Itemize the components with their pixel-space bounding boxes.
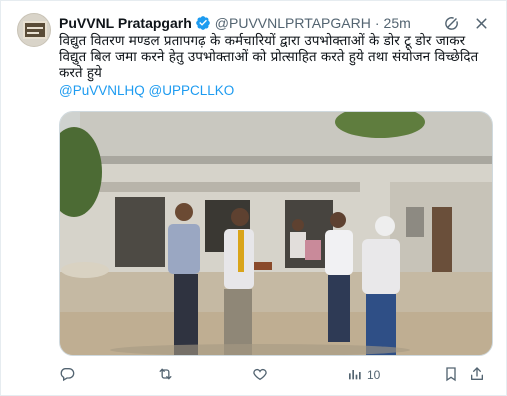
views-count: 10 [367, 368, 381, 382]
reply-icon [59, 366, 75, 385]
verified-badge-icon [195, 15, 211, 31]
separator: · [374, 15, 380, 31]
avatar[interactable] [17, 13, 51, 47]
logo [23, 21, 47, 39]
reply-button[interactable] [59, 366, 154, 385]
tweet-header: PuVVNL Pratapgarh @PUVVNLPRTAPGARH · 25m [59, 13, 490, 33]
tweet-actions: 10 [59, 365, 490, 385]
views-button[interactable]: 10 [347, 366, 439, 385]
mention-uppcllko[interactable]: @UPPCLLKO [149, 83, 235, 98]
timestamp[interactable]: 25m [384, 15, 411, 31]
retweet-button[interactable] [157, 366, 252, 385]
grok-icon[interactable] [442, 14, 460, 32]
bookmark-icon [443, 366, 459, 385]
mentions: @PuVVNLHQ @UPPCLLKO [59, 83, 234, 98]
tweet-text: विद्युत वितरण मण्डल प्रतापगढ़ के कर्मचार… [59, 33, 479, 81]
photo-image [60, 112, 492, 355]
views-icon [347, 366, 363, 385]
like-button[interactable] [252, 366, 347, 385]
tweet-photo[interactable] [59, 111, 493, 356]
bookmark-button[interactable] [443, 366, 469, 385]
share-button[interactable] [469, 366, 487, 385]
tweet-card: PuVVNL Pratapgarh @PUVVNLPRTAPGARH · 25m… [0, 0, 507, 396]
mention-puvvnlhq[interactable]: @PuVVNLHQ [59, 83, 145, 98]
display-name[interactable]: PuVVNL Pratapgarh [59, 15, 192, 31]
share-icon [469, 366, 485, 385]
retweet-icon [157, 366, 174, 385]
more-icon[interactable] [472, 14, 490, 32]
like-icon [252, 366, 268, 385]
handle[interactable]: @PUVVNLPRTAPGARH [215, 15, 371, 31]
